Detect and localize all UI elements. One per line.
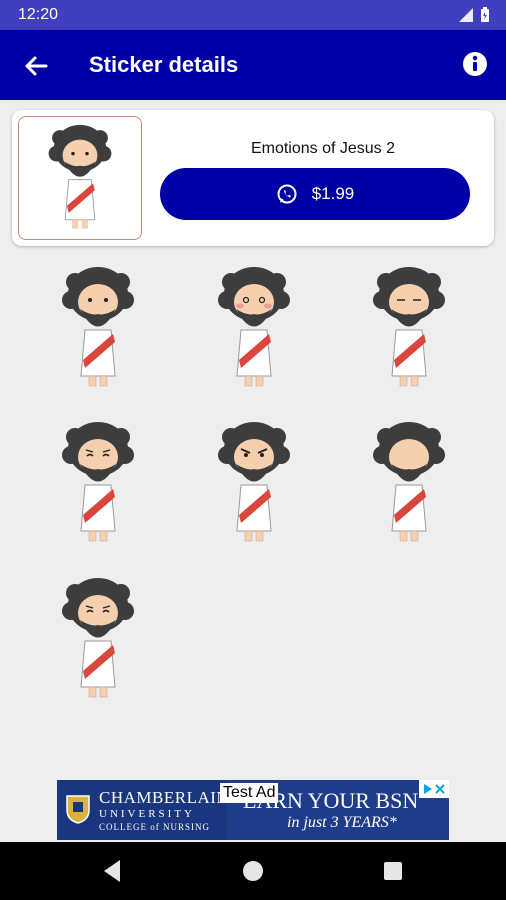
- back-arrow-icon[interactable]: [22, 52, 50, 80]
- pack-title: Emotions of Jesus 2: [250, 140, 396, 157]
- ad-brand-line2: UNIVERSITY: [99, 808, 195, 820]
- sticker-item[interactable]: [55, 262, 141, 402]
- sticker-item[interactable]: [211, 262, 297, 402]
- nav-back-icon[interactable]: [100, 858, 124, 884]
- info-icon[interactable]: [461, 50, 489, 78]
- ad-brand-line1: CHAMBERLAIN: [99, 788, 230, 807]
- pack-header-card: Emotions of Jesus 2 $1.99: [12, 110, 494, 246]
- ad-close-icon[interactable]: [435, 784, 445, 794]
- ad-subline: in just 3 YEARS*: [287, 814, 397, 831]
- battery-icon: [481, 7, 489, 22]
- ad-brand-line3: COLLEGE of NURSING: [99, 822, 210, 832]
- sticker-image: [373, 422, 445, 542]
- tray-icon-frame: [18, 116, 142, 240]
- sticker-item[interactable]: [366, 417, 452, 557]
- signal-icon: [459, 8, 473, 22]
- nav-home-icon[interactable]: [242, 860, 264, 882]
- ad-play-icon: [424, 784, 432, 794]
- nav-recents-icon[interactable]: [382, 860, 404, 882]
- shield-logo-icon: [66, 795, 90, 824]
- sticker-item[interactable]: [55, 417, 141, 557]
- sticker-image: [62, 422, 134, 542]
- sticker-image: [373, 267, 445, 387]
- tray-sticker-image: [48, 124, 112, 229]
- price-label: $1.99: [311, 184, 355, 203]
- buy-whatsapp-button[interactable]: $1.99: [160, 168, 470, 220]
- sticker-image: [62, 267, 134, 387]
- app-bar: Sticker details: [0, 30, 506, 100]
- sticker-item[interactable]: [366, 262, 452, 402]
- sticker-image: [62, 578, 134, 698]
- test-ad-label: Test Ad: [220, 783, 279, 803]
- sticker-image: [218, 267, 290, 387]
- ad-brand-panel: CHAMBERLAIN UNIVERSITY COLLEGE of NURSIN…: [57, 780, 230, 840]
- whatsapp-icon: [277, 184, 297, 204]
- sticker-item[interactable]: [55, 573, 141, 713]
- system-nav-bar: [0, 842, 506, 900]
- page-title: Sticker details: [89, 52, 239, 77]
- status-bar: 12:20: [0, 0, 506, 30]
- ad-choices-icon[interactable]: [419, 780, 449, 798]
- sticker-item[interactable]: [211, 417, 297, 557]
- status-icons: [458, 7, 490, 23]
- sticker-image: [218, 422, 290, 542]
- status-time: 12:20: [18, 6, 59, 23]
